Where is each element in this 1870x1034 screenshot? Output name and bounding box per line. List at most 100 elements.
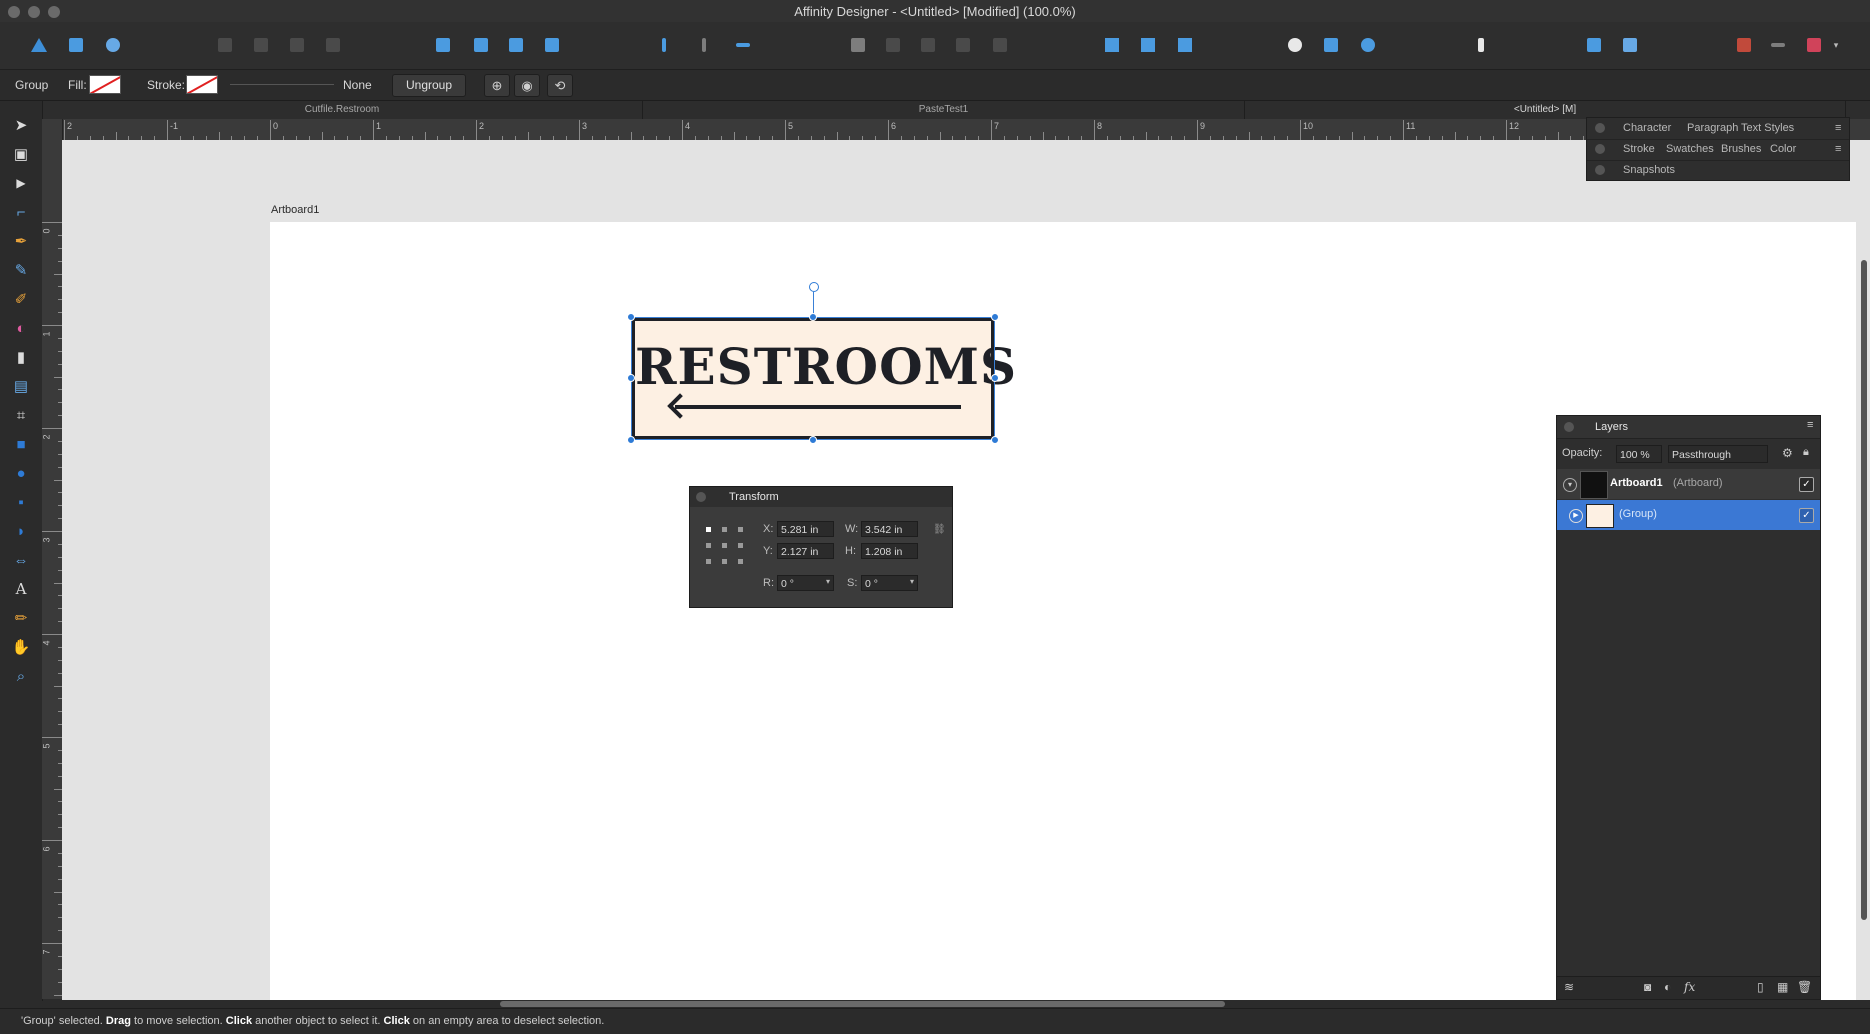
move-front-icon[interactable] xyxy=(320,32,346,58)
zoom-tool-icon[interactable]: ⌕ xyxy=(10,665,32,687)
visibility-checkbox[interactable]: ✓ xyxy=(1799,477,1814,492)
close-icon[interactable] xyxy=(696,492,706,502)
fill-swatch[interactable] xyxy=(89,75,121,94)
view-grid-icon[interactable] xyxy=(1731,32,1757,58)
y-field[interactable]: 2.127 in xyxy=(777,543,834,559)
tab-paragraph[interactable]: Paragraph xyxy=(1687,122,1738,134)
resize-handle-right[interactable] xyxy=(991,374,999,382)
divide-boolean-icon[interactable] xyxy=(987,32,1013,58)
move-back-one-icon[interactable] xyxy=(248,32,274,58)
transparency-tool-icon[interactable]: ▮ xyxy=(10,346,32,368)
gear-icon[interactable]: ⚙ xyxy=(1782,446,1793,460)
transform-panel-header[interactable]: Transform xyxy=(690,487,952,507)
tab-pastetest1[interactable]: PasteTest1 xyxy=(643,101,1245,119)
intersect-boolean-icon[interactable] xyxy=(915,32,941,58)
rotation-handle[interactable] xyxy=(809,282,819,292)
add-pixel-layer-icon[interactable]: ▦ xyxy=(1777,980,1788,994)
move-tool-icon[interactable]: ➤ xyxy=(10,114,32,136)
stroke-swatch[interactable] xyxy=(186,75,218,94)
color-picker-tool-icon[interactable]: ✏ xyxy=(10,607,32,629)
w-field[interactable]: 3.542 in xyxy=(861,521,918,537)
horizontal-scrollbar[interactable] xyxy=(500,1001,1225,1007)
rotate-left-icon[interactable] xyxy=(503,32,529,58)
move-forward-one-icon[interactable] xyxy=(284,32,310,58)
pixel-persona-icon[interactable] xyxy=(63,32,89,58)
corner-tool-icon[interactable]: ⌐ xyxy=(10,201,32,223)
visibility-checkbox[interactable]: ✓ xyxy=(1799,508,1814,523)
restrooms-sign-group[interactable]: RESTROOMS xyxy=(632,318,1016,439)
xor-boolean-icon[interactable] xyxy=(950,32,976,58)
rectangle-tool-icon[interactable]: ■ xyxy=(10,433,32,455)
resize-handle-top-right[interactable] xyxy=(991,313,999,321)
insert-inside-icon[interactable] xyxy=(1282,32,1308,58)
pen-tool-icon[interactable]: ✒ xyxy=(10,230,32,252)
view-split-icon[interactable] xyxy=(1765,32,1791,58)
tab-cutfile-restroom[interactable]: Cutfile.Restroom xyxy=(42,101,643,119)
align-center-icon[interactable] xyxy=(691,32,717,58)
vertical-scrollbar[interactable] xyxy=(1861,260,1867,920)
resize-handle-left[interactable] xyxy=(627,374,635,382)
layers-stack-icon[interactable]: ≋ xyxy=(1564,980,1574,994)
view-mode-dropdown-icon[interactable]: ▾ xyxy=(1829,32,1843,58)
resize-handle-bottom-right[interactable] xyxy=(991,436,999,444)
export-persona-icon[interactable] xyxy=(100,32,126,58)
tab-character[interactable]: Character xyxy=(1623,122,1671,134)
layer-row-artboard[interactable]: ▾ Artboard1 (Artboard) ✓ xyxy=(1557,469,1820,499)
place-image-tool-icon[interactable]: ▤ xyxy=(10,375,32,397)
fill-tool-icon[interactable]: ◐ xyxy=(10,317,32,339)
opacity-field[interactable]: 100 % xyxy=(1616,445,1662,463)
expand-icon[interactable]: ▶ xyxy=(1569,509,1583,523)
rotate-right-icon[interactable] xyxy=(539,32,565,58)
double-arrow-tool-icon[interactable]: ⇔ xyxy=(10,549,32,571)
designer-persona-icon[interactable] xyxy=(26,32,52,58)
resize-handle-top[interactable] xyxy=(809,313,817,321)
move-back-icon[interactable] xyxy=(212,32,238,58)
node-tool-icon[interactable]: ▶ xyxy=(10,172,32,194)
collapse-icon[interactable]: ▾ xyxy=(1563,478,1577,492)
hide-selection-icon[interactable]: ◉ xyxy=(514,74,540,97)
resize-handle-top-left[interactable] xyxy=(627,313,635,321)
panel-menu-icon[interactable]: ≡ xyxy=(1835,122,1841,134)
panel-menu-icon[interactable]: ≡ xyxy=(1835,143,1841,155)
align-left-icon[interactable] xyxy=(651,32,677,58)
transform-objects-icon[interactable]: ⟲ xyxy=(547,74,573,97)
h-field[interactable]: 1.208 in xyxy=(861,543,918,559)
x-field[interactable]: 5.281 in xyxy=(777,521,834,537)
artboard-label[interactable]: Artboard1 xyxy=(271,204,319,216)
crop-tool-icon[interactable]: ⌗ xyxy=(10,404,32,426)
pencil-tool-icon[interactable]: ✎ xyxy=(10,259,32,281)
resize-handle-bottom-left[interactable] xyxy=(627,436,635,444)
view-mode-icon[interactable] xyxy=(1801,32,1827,58)
flip-vertical-icon[interactable] xyxy=(468,32,494,58)
artboard-tool-icon[interactable]: ▣ xyxy=(10,143,32,165)
anchor-point-selector[interactable] xyxy=(706,527,744,565)
tab-text-styles[interactable]: Text Styles xyxy=(1741,122,1794,134)
resize-handle-bottom[interactable] xyxy=(809,436,817,444)
panel-menu-icon[interactable]: ≡ xyxy=(1807,419,1813,431)
shape-tool-icon[interactable]: ◗ xyxy=(10,520,32,542)
link-aspect-icon[interactable]: ⛓ xyxy=(933,524,946,535)
close-icon[interactable] xyxy=(1595,123,1605,133)
tab-snapshots[interactable]: Snapshots xyxy=(1623,164,1675,176)
align-bottom-icon[interactable] xyxy=(730,32,756,58)
close-icon[interactable] xyxy=(1595,165,1605,175)
layer-row-group[interactable]: ▶ (Group) ✓ xyxy=(1557,500,1820,530)
close-icon[interactable] xyxy=(1564,422,1574,432)
fx-icon[interactable]: fx xyxy=(1684,980,1695,994)
lock-icon[interactable]: 🔒︎ xyxy=(1803,446,1809,459)
insert-behind-icon[interactable] xyxy=(1318,32,1344,58)
tab-color[interactable]: Color xyxy=(1770,143,1796,155)
trash-icon[interactable]: 🗑︎ xyxy=(1797,980,1812,994)
shear-dropdown-icon[interactable]: ▾ xyxy=(910,577,914,586)
subtract-boolean-icon[interactable] xyxy=(880,32,906,58)
close-icon[interactable] xyxy=(1595,144,1605,154)
ungroup-button[interactable]: Ungroup xyxy=(392,74,466,97)
snap-grid-icon[interactable] xyxy=(1099,32,1125,58)
mask-icon[interactable]: ◙ xyxy=(1644,980,1651,994)
add-layer-icon[interactable]: ▯ xyxy=(1757,980,1764,994)
stroke-width-slider[interactable] xyxy=(230,84,334,85)
ellipse-tool-icon[interactable]: ● xyxy=(10,462,32,484)
text-tool-icon[interactable]: A xyxy=(10,578,32,600)
transform-origin-icon[interactable]: ⊕ xyxy=(484,74,510,97)
snapping-magnet-icon[interactable] xyxy=(1468,32,1494,58)
